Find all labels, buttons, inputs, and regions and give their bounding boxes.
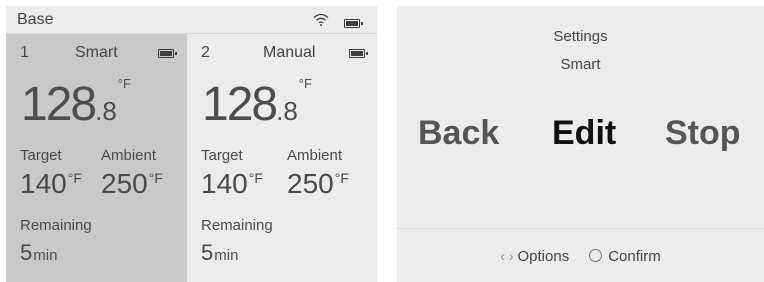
remaining-label: Remaining — [201, 217, 273, 234]
edit-option[interactable]: Edit — [552, 114, 616, 153]
remaining-unit: min — [33, 247, 58, 264]
chevron-left-right-icon: ‹ › — [500, 248, 514, 264]
ambient-value: 250°F — [287, 168, 349, 200]
temp-whole: 128 — [21, 78, 97, 131]
target-unit: °F — [67, 170, 82, 186]
settings-screen: Settings Smart Back Edit Stop ‹ › Options… — [397, 6, 764, 282]
probe-panel-1[interactable]: 1 Smart 128.8°F Target Ambient 140°F 250… — [6, 34, 187, 282]
footer-divider — [397, 228, 764, 229]
target-value: 140°F — [201, 168, 263, 200]
remaining-number: 5 — [201, 240, 214, 265]
current-temperature: 128.8°F — [21, 76, 131, 132]
temp-unit: °F — [117, 76, 131, 91]
temp-unit: °F — [298, 76, 312, 91]
target-number: 140 — [20, 168, 67, 199]
probe-battery-icon — [158, 49, 177, 58]
temp-decimal: .8 — [95, 96, 117, 126]
footer-hints: ‹ › Options Confirm — [397, 248, 764, 265]
base-title: Base — [17, 11, 54, 28]
temp-whole: 128 — [202, 78, 278, 131]
target-label: Target — [201, 147, 243, 164]
ambient-label: Ambient — [287, 147, 343, 164]
battery-icon — [344, 19, 363, 28]
remaining-unit: min — [214, 247, 239, 264]
probe-number: 2 — [201, 44, 210, 61]
target-value: 140°F — [20, 168, 82, 200]
target-unit: °F — [248, 170, 263, 186]
ambient-number: 250 — [287, 168, 334, 199]
ambient-unit: °F — [334, 170, 349, 186]
remaining-number: 5 — [20, 240, 33, 265]
wifi-icon — [313, 13, 329, 26]
confirm-hint: Confirm — [608, 248, 661, 265]
circle-button-icon — [589, 249, 603, 262]
stop-option[interactable]: Stop — [665, 114, 741, 153]
probe-number: 1 — [20, 44, 29, 61]
ambient-number: 250 — [101, 168, 148, 199]
target-number: 140 — [201, 168, 248, 199]
probe-mode: Smart — [75, 44, 118, 61]
settings-subtitle: Smart — [560, 56, 601, 73]
back-option[interactable]: Back — [418, 114, 499, 153]
ambient-label: Ambient — [101, 147, 157, 164]
remaining-value: 5min — [20, 240, 57, 266]
remaining-value: 5min — [201, 240, 238, 266]
ambient-unit: °F — [148, 170, 163, 186]
probe-battery-icon — [349, 49, 368, 58]
remaining-label: Remaining — [20, 217, 92, 234]
options-hint: Options — [517, 248, 570, 265]
status-bar: Base — [6, 6, 377, 34]
ambient-value: 250°F — [101, 168, 163, 200]
settings-title: Settings — [553, 28, 608, 45]
target-label: Target — [20, 147, 62, 164]
current-temperature: 128.8°F — [202, 76, 312, 132]
temp-decimal: .8 — [276, 96, 298, 126]
base-screen: Base 1 Smart 128.8°F Target Ambient 140°… — [6, 6, 377, 282]
probe-mode: Manual — [263, 44, 316, 61]
probe-panel-2[interactable]: 2 Manual 128.8°F Target Ambient 140°F 25… — [187, 34, 377, 282]
